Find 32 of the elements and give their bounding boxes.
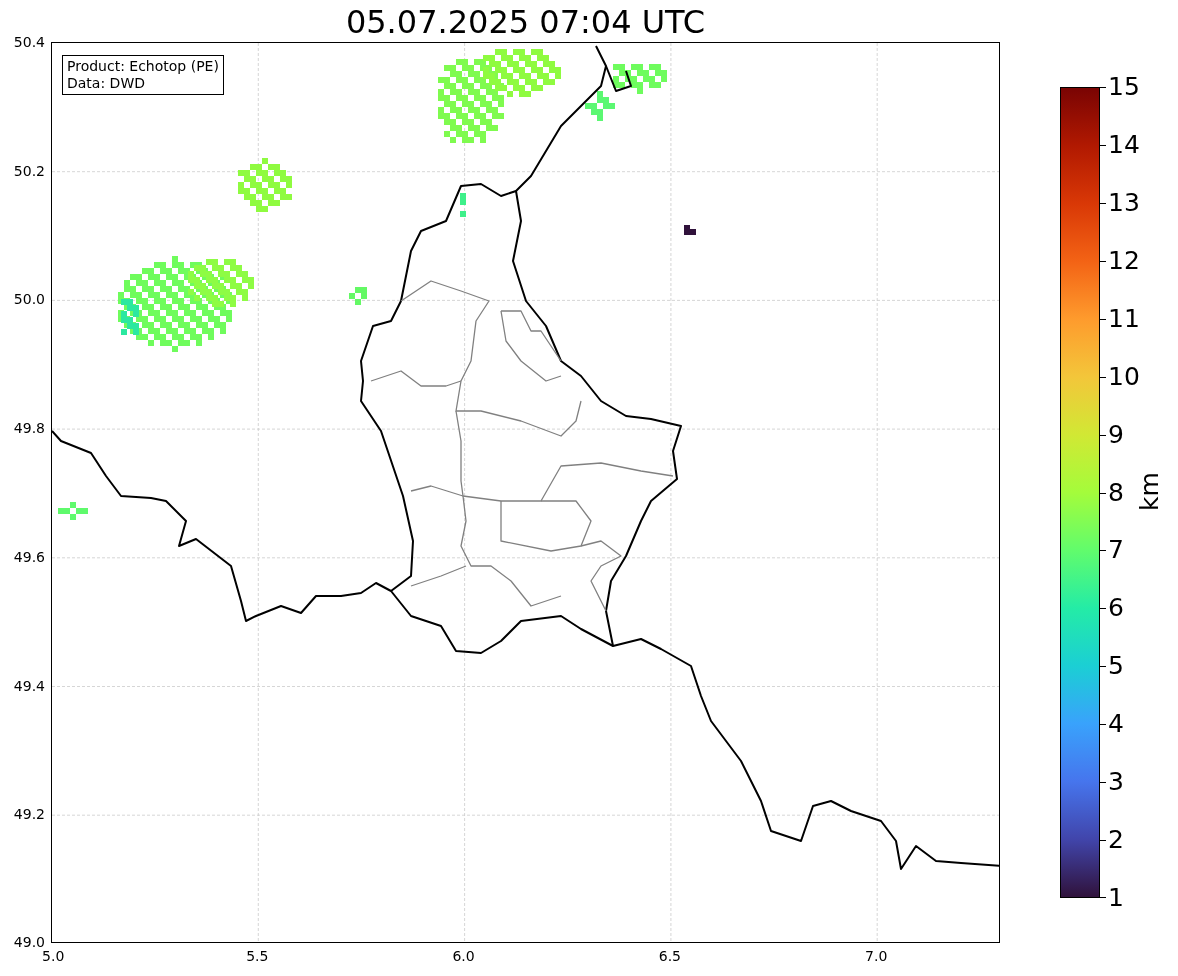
- x-tick-label: 6.5: [658, 948, 681, 964]
- info-text: Product: Echotop (PE): [67, 58, 219, 75]
- x-tick-label: 5.0: [42, 948, 65, 964]
- colorbar-tick-label: 12: [1108, 246, 1140, 275]
- colorbar-tick-label: 14: [1108, 130, 1140, 159]
- colorbar-tick-label: 10: [1108, 362, 1140, 391]
- colorbar-tick-label: 9: [1108, 420, 1124, 449]
- colorbar-tick-label: 7: [1108, 536, 1124, 565]
- x-tick-label: 6.0: [452, 948, 475, 964]
- colorbar-tick-label: 15: [1108, 73, 1140, 101]
- colorbar-tick-label: 5: [1108, 652, 1124, 681]
- y-tick-label: 49.2: [13, 806, 45, 823]
- colorbar-tick-label: 1: [1108, 884, 1124, 912]
- info-text: Data: DWD: [67, 75, 146, 92]
- y-tick-label: 49.0: [13, 934, 45, 950]
- colorbar-tick-label: 6: [1108, 594, 1124, 623]
- colorbar-tick-label: 8: [1108, 478, 1124, 507]
- colorbar-tick-label: 2: [1108, 826, 1124, 855]
- y-tick-label: 49.4: [13, 677, 45, 694]
- y-tick-label: 50.4: [13, 34, 45, 50]
- colorbar-tick-label: 13: [1108, 188, 1140, 217]
- y-tick-label: 49.8: [13, 420, 45, 437]
- x-tick-label: 7.0: [865, 948, 888, 964]
- y-tick-label: 49.6: [13, 548, 45, 565]
- colorbar-tick-label: 11: [1108, 304, 1140, 333]
- y-tick-label: 50.0: [13, 291, 45, 308]
- colorbar-tick-label: 4: [1108, 710, 1124, 739]
- chart-title: 05.07.2025 07:04 UTC: [344, 2, 707, 42]
- colorbar-tick-label: 3: [1108, 768, 1124, 797]
- x-tick-label: 5.5: [246, 948, 269, 964]
- colorbar-label: km: [1134, 472, 1164, 511]
- y-tick-label: 50.2: [13, 162, 45, 179]
